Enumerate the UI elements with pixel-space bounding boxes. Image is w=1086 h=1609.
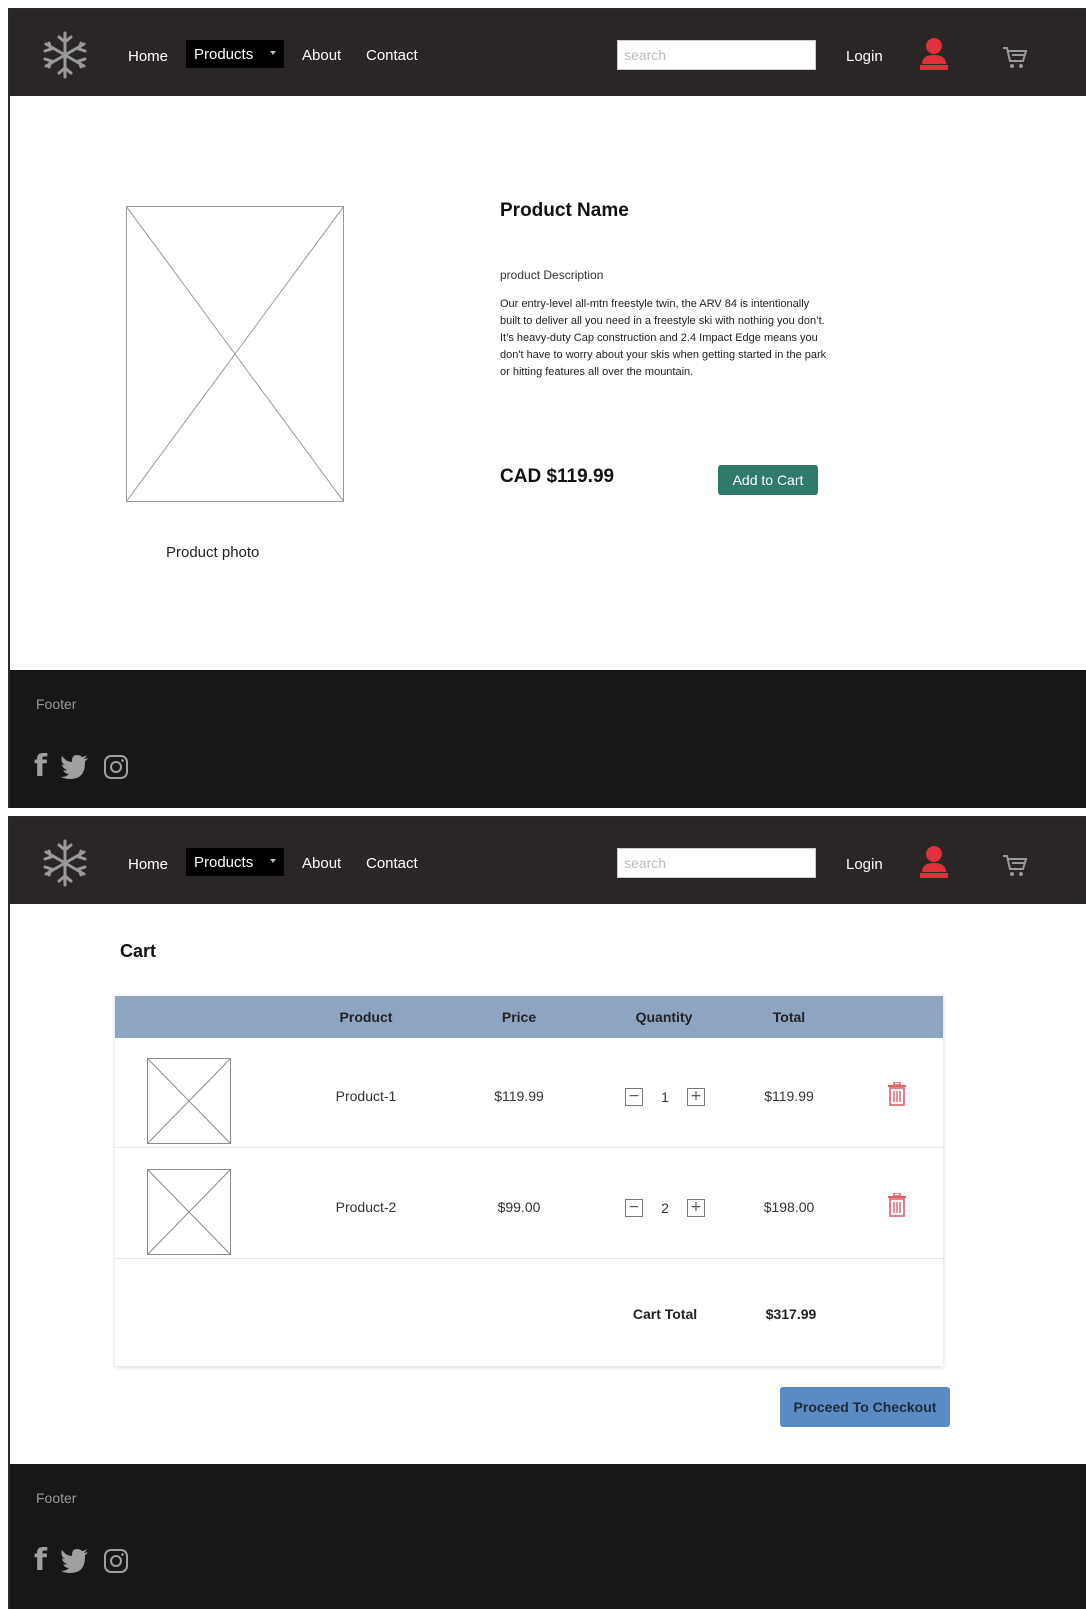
chevron-down-icon [270,51,276,55]
cart-icon[interactable] [1002,854,1028,878]
nav-products-dropdown[interactable]: Products [186,40,284,68]
column-header-quantity: Quantity [635,1009,693,1025]
description-label: product Description [500,268,604,282]
quantity-value: 2 [661,1200,669,1216]
facebook-icon[interactable]: f [34,1546,47,1576]
login-link[interactable]: Login [846,48,883,65]
twitter-icon[interactable] [61,1549,89,1573]
social-links: f [34,1546,129,1576]
item-name: Product-1 [335,1088,397,1104]
item-price: $119.99 [494,1088,544,1104]
product-thumbnail [147,1058,231,1144]
photo-caption: Product photo [166,544,260,561]
nav-products-label: Products [194,46,254,63]
item-price: $99.00 [497,1199,541,1215]
product-thumbnail [147,1169,231,1255]
search-input[interactable] [617,848,816,878]
item-total: $198.00 [763,1199,815,1215]
increase-quantity-button[interactable]: + [687,1199,705,1217]
footer: Footer f [10,670,1086,808]
search-input[interactable] [617,40,816,70]
footer-label: Footer [36,1490,77,1506]
twitter-icon[interactable] [61,755,89,779]
user-icon[interactable] [920,844,948,878]
column-header-product: Product [339,1009,393,1025]
snowflake-logo-icon[interactable] [40,838,90,888]
user-icon[interactable] [920,36,948,70]
column-header-price: Price [501,1009,537,1025]
footer-label: Footer [36,696,77,712]
chevron-down-icon [270,859,276,863]
cart-page: Home Products About Contact Login Cart P… [8,816,1086,1609]
quantity-stepper: − 2 + [625,1199,715,1219]
nav-products-label: Products [194,854,254,871]
footer: Footer f [10,1464,1086,1609]
facebook-icon[interactable]: f [34,752,47,782]
decrease-quantity-button[interactable]: − [625,1088,643,1106]
item-name: Product-2 [335,1199,397,1215]
nav-about[interactable]: About [302,47,341,64]
instagram-icon[interactable] [103,754,129,780]
nav-contact[interactable]: Contact [366,47,418,64]
trash-icon[interactable] [887,1082,907,1106]
table-row: Product-2 $99.00 − 2 + $198.00 [115,1149,943,1259]
cart-table: Product Price Quantity Total Product-1 $… [115,996,943,1366]
table-row: Product-1 $119.99 − 1 + $119.99 [115,1038,943,1148]
quantity-stepper: − 1 + [625,1088,715,1108]
nav-home[interactable]: Home [128,856,168,873]
nav-products-dropdown[interactable]: Products [186,848,284,876]
snowflake-logo-icon[interactable] [40,30,90,80]
increase-quantity-button[interactable]: + [687,1088,705,1106]
column-header-total: Total [772,1009,806,1025]
trash-icon[interactable] [887,1193,907,1217]
decrease-quantity-button[interactable]: − [625,1199,643,1217]
nav-home[interactable]: Home [128,48,168,65]
item-total: $119.99 [764,1088,814,1104]
product-price: CAD $119.99 [500,466,615,487]
quantity-value: 1 [661,1089,669,1105]
nav-contact[interactable]: Contact [366,855,418,872]
product-photo-placeholder [126,206,344,502]
nav-about[interactable]: About [302,855,341,872]
cart-title: Cart [120,941,157,961]
proceed-to-checkout-button[interactable]: Proceed To Checkout [780,1387,950,1427]
instagram-icon[interactable] [103,1548,129,1574]
product-name: Product Name [500,200,629,221]
cart-total-label: Cart Total [632,1306,698,1322]
login-link[interactable]: Login [846,856,883,873]
product-page: Home Products About Contact Login Produc… [8,8,1086,808]
cart-total-value: $317.99 [765,1306,817,1322]
add-to-cart-button[interactable]: Add to Cart [718,465,818,495]
navbar: Home Products About Contact Login [10,10,1086,96]
navbar: Home Products About Contact Login [10,818,1086,904]
product-description: Our entry-level all-mtn freestyle twin, … [500,298,827,378]
social-links: f [34,752,129,782]
cart-table-header: Product Price Quantity Total [115,996,943,1038]
cart-icon[interactable] [1002,46,1028,70]
